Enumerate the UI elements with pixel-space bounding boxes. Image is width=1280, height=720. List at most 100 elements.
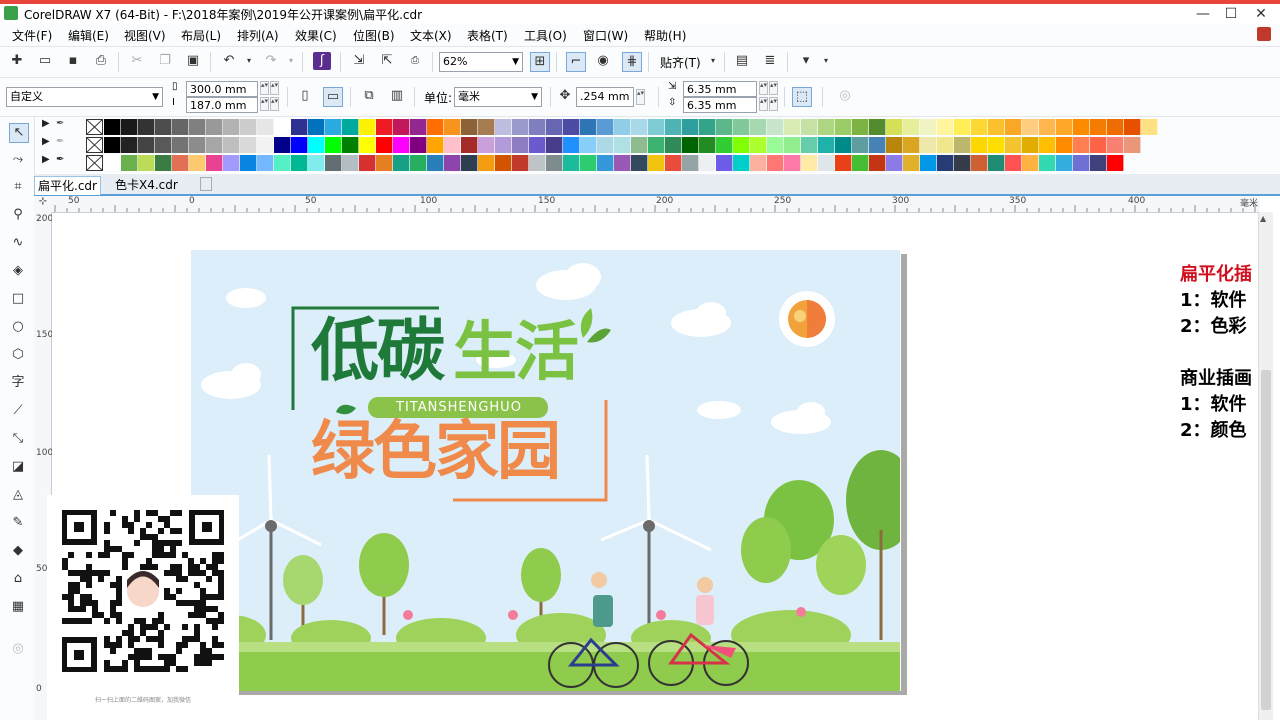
color-swatch[interactable] xyxy=(852,119,869,135)
menu-help[interactable]: 帮助(H) xyxy=(644,27,686,44)
redo-dropdown-icon[interactable]: ▾ xyxy=(282,52,300,70)
color-swatch[interactable] xyxy=(563,155,580,171)
launcher-dropdown-icon[interactable]: ▾ xyxy=(817,52,835,70)
color-swatch[interactable] xyxy=(716,119,733,135)
color-swatch[interactable] xyxy=(733,137,750,153)
color-swatch[interactable] xyxy=(699,119,716,135)
color-swatch[interactable] xyxy=(189,155,206,171)
color-swatch[interactable] xyxy=(172,119,189,135)
freehand-tool-icon[interactable]: ∿ xyxy=(9,234,27,252)
color-swatch[interactable] xyxy=(189,119,206,135)
snap-dropdown-icon[interactable]: ▾ xyxy=(704,52,722,70)
color-swatch[interactable] xyxy=(699,137,716,153)
page-border-icon[interactable]: ◎ xyxy=(836,87,854,105)
color-swatch[interactable] xyxy=(104,137,121,153)
color-swatch[interactable] xyxy=(1073,155,1090,171)
color-swatch[interactable] xyxy=(903,137,920,153)
color-swatch[interactable] xyxy=(1090,155,1107,171)
color-swatch[interactable] xyxy=(750,119,767,135)
color-swatch[interactable] xyxy=(427,155,444,171)
menu-tools[interactable]: 工具(O) xyxy=(524,27,567,44)
rectangle-tool-icon[interactable]: □ xyxy=(9,290,27,308)
color-swatch[interactable] xyxy=(342,155,359,171)
color-swatch[interactable] xyxy=(495,119,512,135)
open-folder-icon[interactable]: ▭ xyxy=(36,52,54,70)
color-swatch[interactable] xyxy=(920,155,937,171)
menu-effects[interactable]: 效果(C) xyxy=(295,27,337,44)
color-swatch[interactable] xyxy=(376,155,393,171)
color-swatch[interactable] xyxy=(495,137,512,153)
color-swatch[interactable] xyxy=(784,155,801,171)
color-swatch[interactable] xyxy=(920,119,937,135)
color-swatch[interactable] xyxy=(155,155,172,171)
color-swatch[interactable] xyxy=(580,155,597,171)
color-swatch[interactable] xyxy=(614,137,631,153)
color-swatch[interactable] xyxy=(665,137,682,153)
color-swatch[interactable] xyxy=(733,119,750,135)
pick-tool-icon[interactable]: ↖ xyxy=(9,123,29,143)
color-swatch[interactable] xyxy=(240,155,257,171)
color-swatch[interactable] xyxy=(835,155,852,171)
duplicate-distance-y-field[interactable]: 6.35 mm xyxy=(683,97,757,113)
interactive-fill-icon[interactable]: ◆ xyxy=(9,542,27,560)
color-swatch[interactable] xyxy=(206,155,223,171)
color-swatch[interactable] xyxy=(1022,137,1039,153)
connector-tool-icon[interactable]: ⤡ xyxy=(9,430,27,448)
color-swatch[interactable] xyxy=(274,155,291,171)
color-swatch[interactable] xyxy=(223,155,240,171)
color-swatch[interactable] xyxy=(1056,119,1073,135)
color-swatch[interactable] xyxy=(206,119,223,135)
color-swatch[interactable] xyxy=(648,155,665,171)
copy-icon[interactable]: ❐ xyxy=(156,52,174,70)
search-content-icon[interactable]: ʃ xyxy=(313,52,331,70)
color-swatch[interactable] xyxy=(138,137,155,153)
color-swatch[interactable] xyxy=(240,137,257,153)
transparency-tool-icon[interactable]: ◬ xyxy=(9,486,27,504)
color-swatch[interactable] xyxy=(427,137,444,153)
color-swatch[interactable] xyxy=(257,119,274,135)
color-swatch[interactable] xyxy=(342,137,359,153)
color-swatch[interactable] xyxy=(886,155,903,171)
color-swatch[interactable] xyxy=(291,119,308,135)
page-width-field[interactable]: 300.0 mm xyxy=(186,81,258,97)
color-swatch[interactable] xyxy=(546,119,563,135)
color-swatch[interactable] xyxy=(937,155,954,171)
color-swatch[interactable] xyxy=(631,155,648,171)
color-swatch[interactable] xyxy=(1039,119,1056,135)
color-swatch[interactable] xyxy=(1141,119,1158,135)
color-swatch[interactable] xyxy=(937,119,954,135)
color-swatch[interactable] xyxy=(580,137,597,153)
color-swatch[interactable] xyxy=(631,137,648,153)
color-swatch[interactable] xyxy=(682,155,699,171)
color-swatch[interactable] xyxy=(223,119,240,135)
width-spinner[interactable]: ▴▾ xyxy=(260,81,269,95)
paste-icon[interactable]: ▣ xyxy=(184,52,202,70)
current-page-icon[interactable]: ▥ xyxy=(388,87,406,105)
color-swatch[interactable] xyxy=(954,119,971,135)
no-color-swatch[interactable] xyxy=(86,119,103,135)
height-spinner-2[interactable]: ▴▾ xyxy=(270,97,279,111)
color-swatch[interactable] xyxy=(478,119,495,135)
user-icon[interactable] xyxy=(1257,27,1271,41)
color-swatch[interactable] xyxy=(359,119,376,135)
color-swatch[interactable] xyxy=(138,119,155,135)
color-swatch[interactable] xyxy=(665,155,682,171)
color-swatch[interactable] xyxy=(172,137,189,153)
ruler-origin-icon[interactable]: ⊹ xyxy=(34,196,52,212)
publish-pdf-icon[interactable]: ⎙ xyxy=(406,52,424,70)
color-swatch[interactable] xyxy=(291,137,308,153)
color-swatch[interactable] xyxy=(121,119,138,135)
color-swatch[interactable] xyxy=(563,119,580,135)
color-swatch[interactable] xyxy=(1073,137,1090,153)
color-swatch[interactable] xyxy=(614,155,631,171)
palette-arrow-icon[interactable]: ▶ xyxy=(42,154,50,165)
color-swatch[interactable] xyxy=(274,137,291,153)
eyedropper-tool-icon[interactable]: ✎ xyxy=(9,514,27,532)
color-swatch[interactable] xyxy=(767,155,784,171)
color-swatch[interactable] xyxy=(325,137,342,153)
color-swatch[interactable] xyxy=(767,119,784,135)
new-tab-icon[interactable] xyxy=(200,177,212,191)
maximize-button[interactable]: ☐ xyxy=(1216,5,1246,23)
color-swatch[interactable] xyxy=(478,137,495,153)
color-swatch[interactable] xyxy=(478,155,495,171)
